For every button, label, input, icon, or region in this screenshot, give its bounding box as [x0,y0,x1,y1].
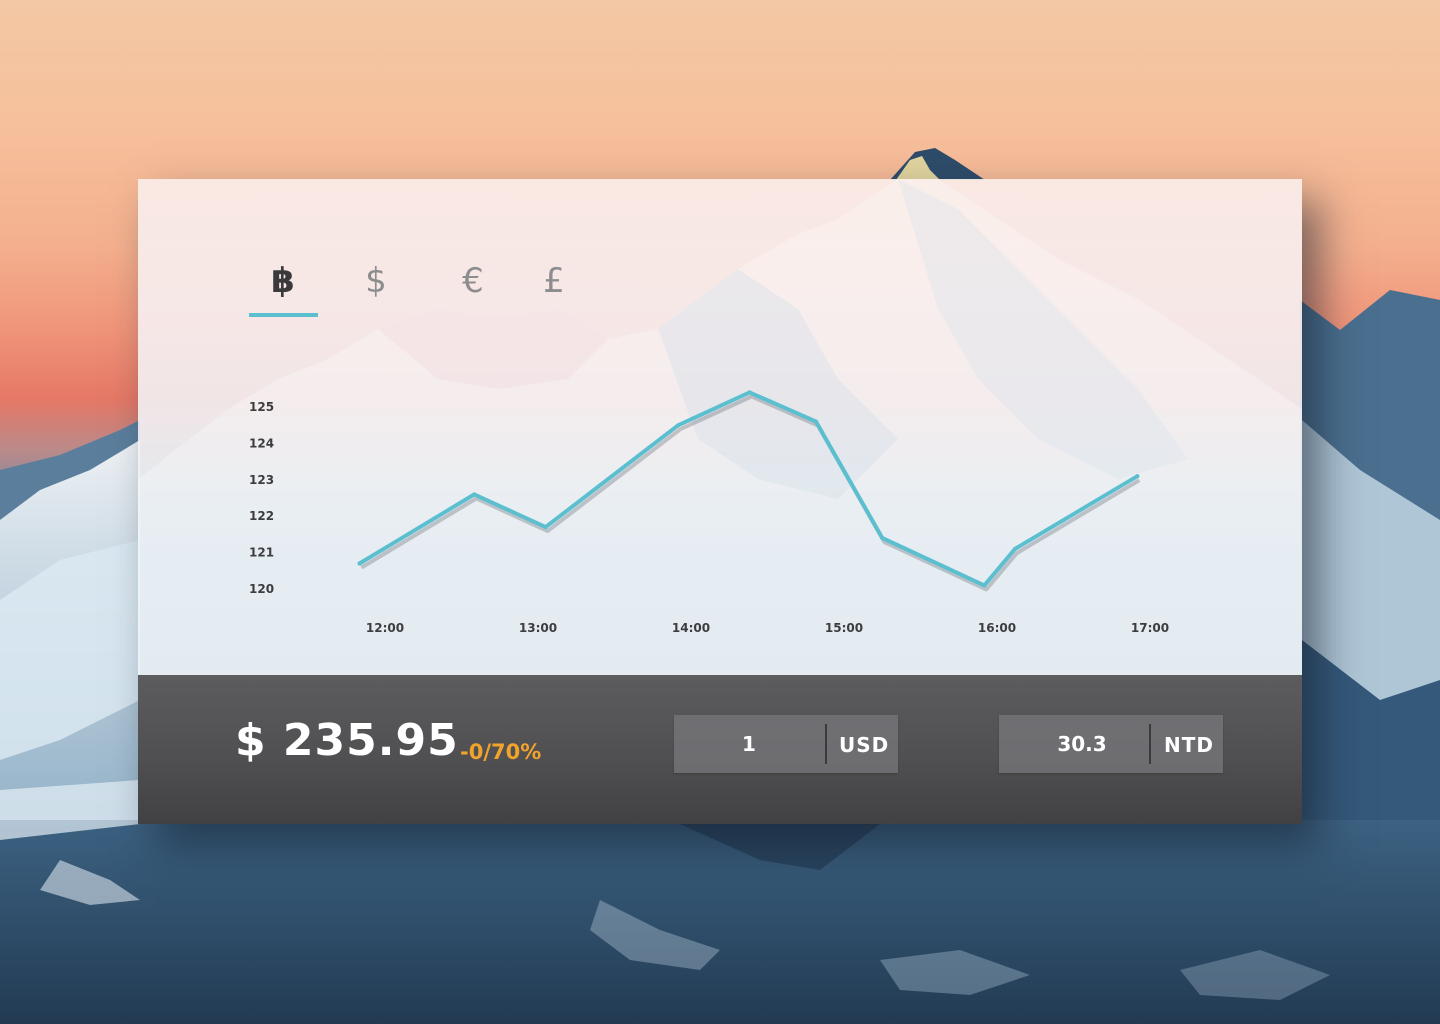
converter-divider [825,724,827,764]
data-point [982,583,987,588]
price-chart: 120 121 122 123 124 125 12:00 13:00 14:00 15:00 16… [249,390,1169,635]
y-tick-label: 121 [249,546,274,560]
data-point [1012,547,1017,551]
y-tick-label: 124 [249,436,274,450]
x-tick-label: 13:00 [519,621,557,635]
data-point [543,525,548,530]
series-line [357,390,1140,588]
data-point [1135,474,1140,479]
price-change: -0/70% [460,740,542,764]
data-point [814,419,818,424]
from-amount-input[interactable] [674,715,824,773]
exchange-card: ฿ $ € £ 120 121 122 123 124 125 12:00 13:00 14:0… [138,179,1302,824]
y-tick-label: 120 [249,582,274,596]
data-point [880,536,885,540]
x-tick-label: 12:00 [366,621,404,635]
data-point [357,561,362,566]
converter-to: NTD [999,715,1223,773]
data-point [676,423,681,428]
wallpaper: ฿ $ € £ 120 121 122 123 124 125 12:00 13:00 14:0… [0,0,1440,1024]
x-tick-label: 17:00 [1131,621,1169,635]
data-point [747,390,752,395]
y-tick-label: 123 [249,473,274,487]
x-tick-label: 16:00 [978,621,1016,635]
chart-panel: ฿ $ € £ 120 121 122 123 124 125 12:00 13:00 14:0… [138,179,1302,675]
x-tick-label: 15:00 [825,621,863,635]
to-amount-input[interactable] [999,715,1165,773]
converter-from: USD [674,715,898,773]
from-unit-label[interactable]: USD [839,715,889,773]
data-point [472,492,477,497]
to-unit-label[interactable]: NTD [1164,715,1214,773]
y-tick-label: 122 [249,509,274,523]
x-tick-label: 14:00 [672,621,710,635]
y-tick-label: 125 [249,400,274,414]
series-line-shadow [360,394,1141,592]
converter-divider [1149,724,1151,764]
current-price: $ 235.95 [235,715,459,766]
